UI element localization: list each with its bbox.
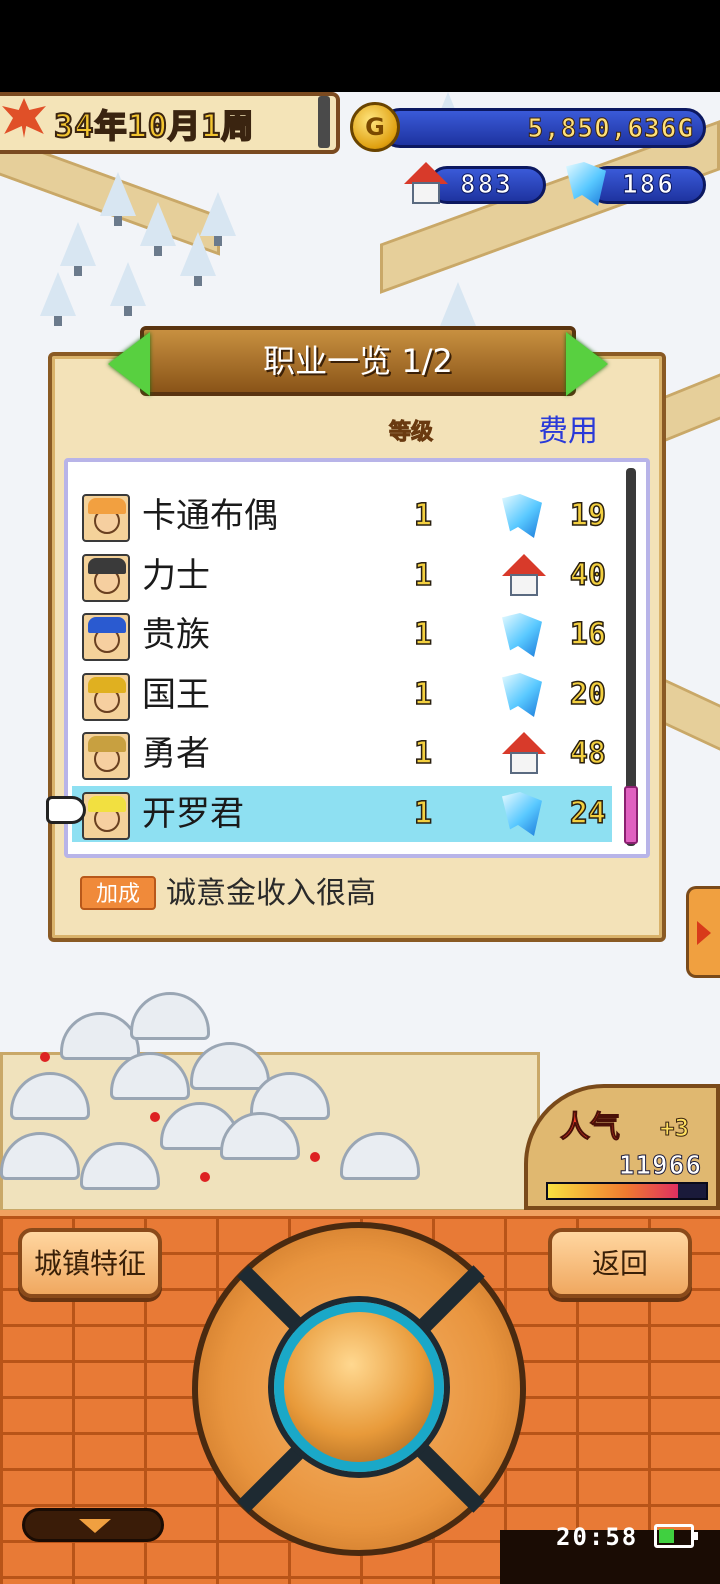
job-avatar: [82, 613, 130, 661]
house-icon: [502, 732, 546, 776]
job-avatar: [82, 732, 130, 780]
snow-tree: [100, 172, 136, 226]
gold-amount: 5,850,636G: [527, 114, 694, 145]
status-bar: [0, 0, 720, 92]
job-cost: 19: [569, 497, 607, 534]
job-name: 卡通布偶: [142, 496, 278, 536]
houses-count: 883: [460, 170, 513, 201]
menu-toggle-button[interactable]: [22, 1508, 164, 1542]
column-header-level: 等级: [388, 420, 433, 446]
job-cost: 20: [569, 676, 607, 713]
job-level: 1: [413, 795, 433, 832]
snow-tree: [60, 222, 96, 276]
snow-tree: [110, 262, 146, 316]
popularity-meter-fill: [548, 1184, 678, 1198]
bonus-tag: 加成: [80, 876, 156, 910]
battery-icon: [654, 1524, 698, 1548]
snow-tree: [40, 272, 76, 326]
avatar-hat: [88, 558, 126, 574]
scrollbar-thumb[interactable]: [624, 786, 638, 844]
job-name: 勇者: [142, 734, 210, 774]
back-button[interactable]: 返回: [548, 1228, 692, 1298]
job-cost: 24: [569, 795, 607, 832]
prev-page-button[interactable]: [108, 332, 154, 396]
job-level: 1: [413, 676, 433, 713]
job-row[interactable]: 力士 1 40: [72, 548, 612, 604]
job-row[interactable]: 开罗君 1 24: [72, 786, 612, 842]
igloo: [190, 1042, 270, 1090]
job-row[interactable]: 勇者 1 48: [72, 726, 612, 782]
job-cost: 40: [569, 557, 607, 594]
date-scroll-handle[interactable]: [318, 96, 330, 148]
house-icon: [404, 162, 448, 206]
dial-center-button[interactable]: [274, 1302, 444, 1472]
next-page-button[interactable]: [562, 332, 608, 396]
avatar-hat: [88, 796, 126, 812]
job-avatar: [82, 554, 130, 602]
snow-tree: [180, 232, 216, 286]
job-level: 1: [413, 557, 433, 594]
job-name: 力士: [142, 556, 210, 596]
town-features-button[interactable]: 城镇特征: [18, 1228, 162, 1298]
job-name: 开罗君: [142, 794, 244, 834]
igloo: [130, 992, 210, 1040]
crystal-icon: [502, 792, 542, 836]
snow-tree: [440, 282, 476, 336]
job-row[interactable]: 贵族 1 16: [72, 607, 612, 663]
chevron-down-icon: [79, 1519, 111, 1533]
job-cost: 48: [569, 735, 607, 772]
house-icon: [502, 554, 546, 598]
clock: 20:58: [556, 1523, 639, 1551]
job-avatar: [82, 494, 130, 542]
job-level: 1: [413, 735, 433, 772]
battery-level: [659, 1529, 674, 1543]
job-name: 贵族: [142, 615, 210, 655]
mailbox: [40, 1052, 50, 1062]
bonus-description: 诚意金收入很高: [166, 876, 376, 911]
popularity-label: 人气: [560, 1110, 621, 1146]
popularity-bonus: +3: [660, 1114, 690, 1143]
avatar-hat: [88, 498, 126, 514]
popularity-value: 11966: [618, 1151, 702, 1182]
crystal-icon: [502, 494, 542, 538]
avatar-hat: [88, 736, 126, 752]
avatar-hat: [88, 617, 126, 633]
arrow-right-icon: [697, 921, 711, 945]
game-date: 34年10月1周: [53, 106, 255, 146]
gold-coin-icon: G: [350, 102, 400, 152]
job-row[interactable]: 卡通布偶 1 19: [72, 488, 612, 544]
crystal-icon: [502, 673, 542, 717]
snow-tree: [200, 192, 236, 246]
job-avatar: [82, 673, 130, 721]
arrow-right-icon: [566, 332, 608, 396]
mailbox: [200, 1172, 210, 1182]
job-level: 1: [413, 616, 433, 653]
crystals-count: 186: [622, 170, 675, 201]
mailbox: [150, 1112, 160, 1122]
job-name: 国王: [142, 675, 210, 715]
popularity-meter: [546, 1182, 708, 1200]
avatar-hat: [88, 677, 126, 693]
job-avatar: [82, 792, 130, 840]
side-panel-toggle[interactable]: [686, 886, 720, 978]
job-row[interactable]: 国王 1 20: [72, 667, 612, 723]
snow-tree: [140, 202, 176, 256]
job-cost: 16: [569, 616, 607, 653]
crystal-icon: [502, 613, 542, 657]
mailbox: [310, 1152, 320, 1162]
arrow-left-icon: [108, 332, 150, 396]
panel-title: 职业一览 1/2: [263, 342, 453, 380]
column-header-cost: 费用: [538, 414, 598, 449]
pointing-hand-icon: [46, 796, 86, 824]
igloo: [60, 1012, 140, 1060]
job-level: 1: [413, 497, 433, 534]
